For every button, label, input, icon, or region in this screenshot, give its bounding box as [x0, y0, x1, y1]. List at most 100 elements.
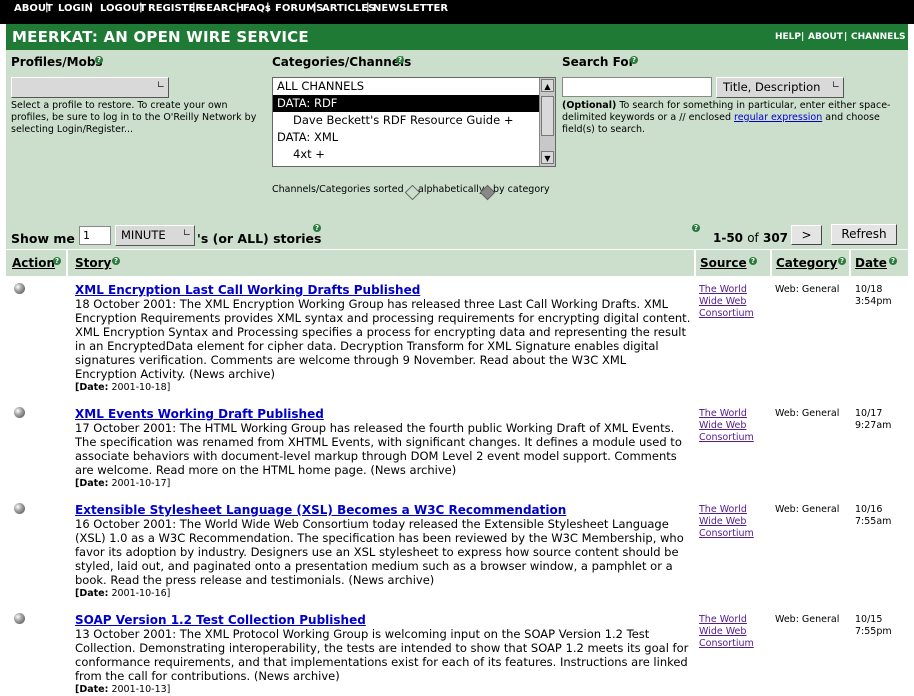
- banner-help-link[interactable]: HELP: [775, 32, 801, 42]
- column-divider: [770, 250, 772, 276]
- category-text: Web: General: [775, 504, 840, 515]
- channel-item[interactable]: 4xt +: [273, 146, 541, 163]
- col-action[interactable]: Action: [12, 256, 55, 270]
- search-help-text: (Optional) To search for something in pa…: [562, 100, 902, 136]
- table-header: Action ? Story ? Source ? Category ? Dat…: [6, 250, 908, 276]
- help-icon[interactable]: ?: [313, 224, 321, 232]
- search-input[interactable]: [562, 77, 712, 97]
- col-source[interactable]: Source: [700, 256, 747, 270]
- channels-listbox[interactable]: ALL CHANNELS DATA: RDF Dave Beckett's RD…: [272, 77, 556, 167]
- date-time: 7:55pm: [855, 626, 892, 637]
- source-link[interactable]: The World Wide Web Consortium: [699, 504, 769, 540]
- date-time: 7:55am: [855, 516, 892, 527]
- dropdown-arrow-icon: ∟: [831, 80, 840, 91]
- top-nav: ABOUT | LOGIN | LOGOUT | REGISTER | SEAR…: [0, 0, 914, 24]
- help-icon[interactable]: ?: [95, 56, 103, 64]
- story-date-label: [Date:: [75, 478, 109, 489]
- channels-label: Categories/Channels: [272, 55, 412, 69]
- count-input[interactable]: [79, 226, 111, 245]
- banner-about-link[interactable]: ABOUT: [808, 32, 843, 42]
- channel-item-selected[interactable]: DATA: RDF: [273, 95, 541, 112]
- range-of: of: [747, 231, 759, 245]
- scroll-up-icon[interactable]: ▲: [541, 79, 554, 92]
- show-me-label: Show me: [11, 231, 75, 246]
- help-icon[interactable]: ?: [53, 257, 61, 265]
- story-title-link[interactable]: XML Encryption Last Call Working Drafts …: [75, 283, 420, 297]
- help-icon[interactable]: ?: [630, 56, 638, 64]
- story-title-link[interactable]: XML Events Working Draft Published: [75, 407, 324, 421]
- nav-separator: |: [192, 2, 196, 13]
- search-field-value: Title, Description: [723, 80, 821, 94]
- source-link[interactable]: The World Wide Web Consortium: [699, 614, 769, 650]
- story-text: 17 October 2001: The HTML Working Group …: [75, 421, 682, 477]
- dropdown-arrow-icon: ∟: [156, 80, 165, 91]
- next-page-button[interactable]: >: [791, 225, 822, 245]
- nav-login[interactable]: LOGIN: [58, 3, 93, 14]
- story-date-value: 2001-10-13]: [111, 684, 171, 695]
- story-date-value: 2001-10-17]: [111, 478, 171, 489]
- story-text: 13 October 2001: The XML Protocol Workin…: [75, 627, 689, 683]
- story-date-label: [Date:: [75, 588, 109, 599]
- help-icon[interactable]: ?: [838, 257, 846, 265]
- date-text: 10/15 7:55pm: [855, 614, 892, 638]
- site-title: MEERKAT: AN OPEN WIRE SERVICE: [12, 28, 309, 46]
- category-text: Web: General: [775, 408, 840, 419]
- profiles-label: Profiles/Mobs: [11, 55, 103, 69]
- sort-alpha-label: alphabetically: [418, 184, 485, 195]
- channel-item[interactable]: Dave Beckett's RDF Resource Guide +: [273, 112, 541, 129]
- site-banner: MEERKAT: AN OPEN WIRE SERVICE HELP | ABO…: [6, 24, 908, 50]
- date-text: 10/17 9:27am: [855, 408, 891, 432]
- help-icon[interactable]: ?: [889, 257, 897, 265]
- time-unit-select[interactable]: MINUTE ∟: [115, 225, 195, 246]
- story-text: 16 October 2001: The World Wide Web Cons…: [75, 517, 684, 587]
- action-bullet-icon[interactable]: [14, 613, 25, 624]
- date-day: 10/18: [855, 284, 883, 295]
- story-date-label: [Date:: [75, 382, 109, 393]
- channel-item[interactable]: ALL CHANNELS: [273, 78, 541, 95]
- help-icon[interactable]: ?: [112, 257, 120, 265]
- sort-label: Channels/Categories sorted: [272, 184, 404, 195]
- banner-separator: |: [801, 32, 805, 42]
- story-title-link[interactable]: Extensible Stylesheet Language (XSL) Bec…: [75, 503, 566, 517]
- date-text: 10/18 3:54pm: [855, 284, 892, 308]
- regex-link[interactable]: regular expression: [734, 112, 822, 123]
- time-unit-value: MINUTE: [121, 228, 166, 242]
- listbox-scrollbar[interactable]: ▲ ▼: [539, 78, 555, 166]
- banner-channels-link[interactable]: CHANNELS: [851, 32, 906, 42]
- source-link[interactable]: The World Wide Web Consortium: [699, 284, 769, 320]
- search-field-select[interactable]: Title, Description ∟: [716, 77, 844, 98]
- channel-item[interactable]: DATA: XML: [273, 129, 541, 146]
- story-text: 18 October 2001: The XML Encryption Work…: [75, 297, 691, 381]
- source-link[interactable]: The World Wide Web Consortium: [699, 408, 769, 444]
- help-icon[interactable]: ?: [749, 257, 757, 265]
- search-label: Search For: [562, 55, 635, 69]
- nav-separator: |: [139, 2, 143, 13]
- category-text: Web: General: [775, 614, 840, 625]
- story-date: [Date: 2001-10-16]: [75, 588, 170, 599]
- column-divider: [66, 250, 68, 276]
- date-day: 10/16: [855, 504, 883, 515]
- nav-separator: |: [266, 2, 270, 13]
- date-day: 10/17: [855, 408, 883, 419]
- action-bullet-icon[interactable]: [14, 407, 25, 418]
- action-bullet-icon[interactable]: [14, 283, 25, 294]
- story-title-link[interactable]: SOAP Version 1.2 Test Collection Publish…: [75, 613, 366, 627]
- range-value: 1-50: [713, 231, 744, 245]
- profiles-select[interactable]: ∟: [11, 77, 169, 98]
- date-time: 3:54pm: [855, 296, 892, 307]
- scroll-thumb[interactable]: [541, 96, 554, 136]
- scroll-down-icon[interactable]: ▼: [541, 151, 554, 164]
- help-icon[interactable]: ?: [692, 224, 700, 232]
- story-date-value: 2001-10-18]: [111, 382, 171, 393]
- col-story[interactable]: Story: [75, 256, 111, 270]
- col-date[interactable]: Date: [855, 256, 887, 270]
- action-bullet-icon[interactable]: [14, 503, 25, 514]
- dropdown-arrow-icon: ∟: [182, 228, 191, 239]
- story-date: [Date: 2001-10-13]: [75, 684, 170, 695]
- banner-separator: |: [844, 32, 848, 42]
- help-icon[interactable]: ?: [396, 56, 404, 64]
- search-help-optional: (Optional): [562, 100, 617, 111]
- nav-newsletter[interactable]: NEWSLETTER: [373, 3, 448, 14]
- refresh-button[interactable]: Refresh: [831, 224, 897, 245]
- col-category[interactable]: Category: [776, 256, 837, 270]
